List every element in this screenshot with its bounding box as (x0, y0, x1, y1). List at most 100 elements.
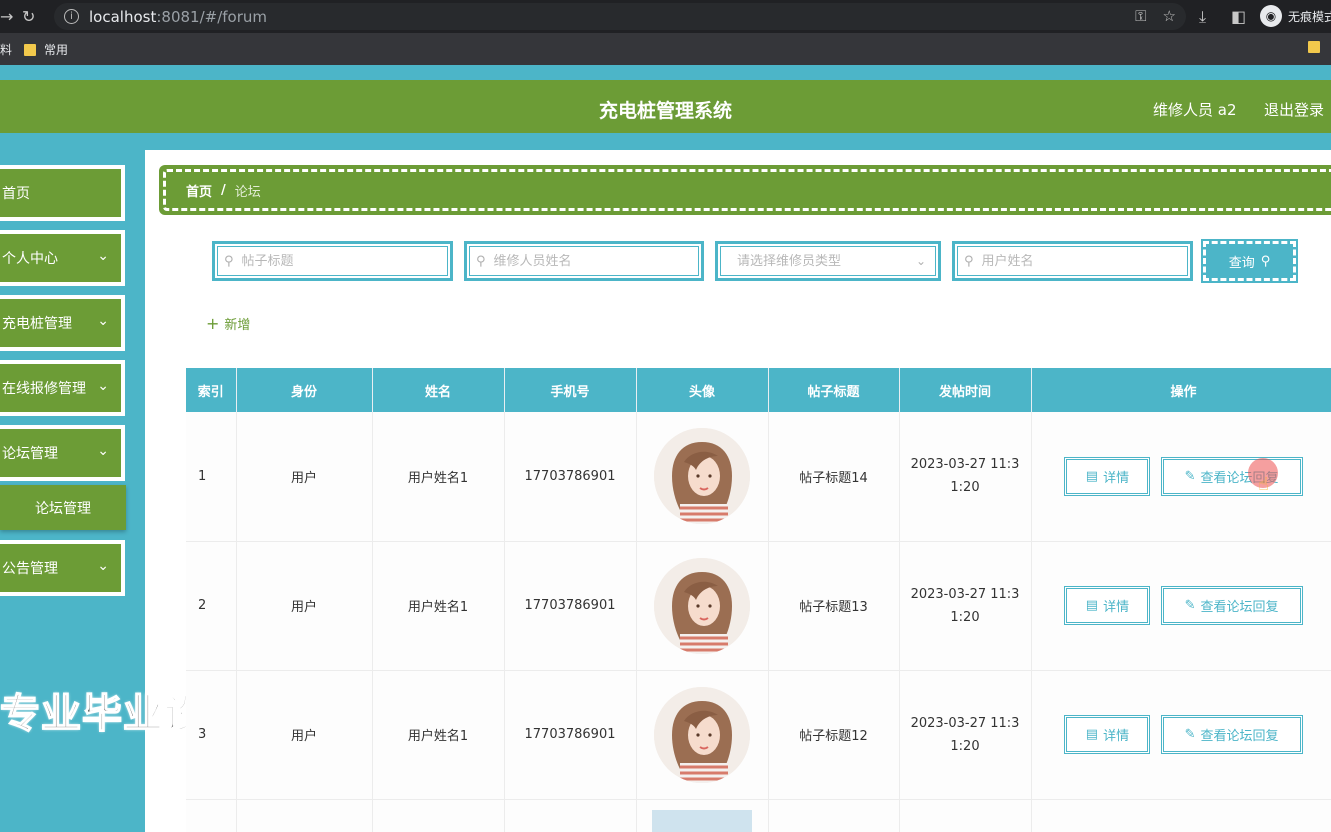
cell-index: 1 (186, 412, 237, 542)
cell-name (372, 799, 505, 832)
edit-icon: ✎ (1184, 727, 1196, 742)
chevron-down-icon: ⌄ (97, 248, 109, 264)
edit-icon: ✎ (1184, 598, 1196, 613)
table-row: 2 用户 用户姓名1 17703786901 帖子标题13 2023-03-27… (186, 541, 1331, 671)
column-header: 头像 (636, 368, 769, 412)
url-path: :8081/#/forum (156, 7, 267, 26)
view-replies-button[interactable]: ✎ 查看论坛回复 (1160, 715, 1303, 754)
avatar[interactable] (652, 809, 752, 832)
cell-index: 3 (186, 670, 237, 800)
cell-name: 用户姓名1 (372, 670, 505, 800)
post-title-input[interactable] (241, 253, 422, 269)
cell-title (768, 799, 900, 832)
forum-table: 索引 身份 姓名 手机号 头像 帖子标题 发帖时间 操作 1 用户 用户姓名1 … (186, 368, 1331, 832)
avatar[interactable] (654, 557, 750, 654)
chevron-down-icon: ⌄ (97, 558, 109, 574)
cell-title: 帖子标题12 (768, 670, 900, 800)
query-button[interactable]: 查询 ⚲ (1201, 239, 1298, 283)
sidebar-item-label: 在线报修管理 (2, 381, 86, 397)
bookmarks-bar: 料 常用 (0, 33, 1331, 65)
sidebar-item-charger[interactable]: 充电桩管理 ⌄ (0, 295, 125, 351)
hand-cursor-icon: ☝ (1258, 474, 1269, 495)
document-icon: ▤ (1085, 598, 1099, 613)
bookmark-item-left[interactable]: 料 (0, 41, 12, 58)
document-icon: ▤ (1085, 468, 1099, 484)
detail-label: 详情 (1103, 729, 1130, 744)
cell-phone: 17703786901 (504, 670, 637, 800)
user-name-input[interactable] (981, 253, 1162, 269)
cell-index (186, 799, 237, 832)
view-replies-button[interactable]: ✎ 查看论坛回复 (1160, 586, 1303, 625)
folder-icon (24, 43, 36, 56)
column-header: 发帖时间 (899, 368, 1032, 412)
search-icon: ⚲ (1260, 253, 1271, 269)
bookmark-folder-common[interactable]: 常用 (24, 41, 68, 58)
cell-title: 帖子标题13 (768, 541, 900, 671)
avatar[interactable] (654, 428, 750, 525)
bookmark-folder-other[interactable] (1308, 41, 1320, 53)
detail-button[interactable]: ▤ 详情 (1064, 456, 1151, 496)
add-button[interactable]: + 新增 (206, 314, 250, 333)
breadcrumb: 首页 / 论坛 (159, 165, 1331, 215)
cell-role (236, 799, 373, 832)
bookmark-star-icon[interactable]: ☆ (1163, 7, 1176, 25)
site-info-icon[interactable]: i (64, 9, 79, 24)
breadcrumb-separator: / (221, 182, 226, 198)
sidebar-item-label: 首页 (2, 186, 30, 202)
breadcrumb-home[interactable]: 首页 (186, 181, 212, 200)
cell-time: 2023-03-27 11:3 1:20 (899, 412, 1032, 542)
sidebar-item-home[interactable]: 首页 (0, 165, 125, 221)
detail-button[interactable]: ▤ 详情 (1064, 715, 1151, 754)
chevron-down-icon: ⌄ (915, 254, 926, 268)
column-header: 索引 (186, 368, 237, 412)
view-replies-button[interactable]: ✎ 查看论坛回复 (1160, 456, 1303, 496)
repair-type-input[interactable] (737, 253, 917, 269)
logout-button[interactable]: 退出登录 (1264, 99, 1324, 120)
reply-label: 查看论坛回复 (1200, 729, 1279, 744)
cell-index: 2 (186, 541, 237, 671)
sidebar-item-forum[interactable]: 论坛管理 ⌄ (0, 425, 125, 481)
table-row (186, 799, 1331, 832)
time-line1: 2023-03-27 11:3 (910, 715, 1020, 731)
sidebar-subitem-forum-manage[interactable]: 论坛管理 (0, 485, 126, 530)
cell-avatar (636, 412, 769, 542)
avatar[interactable] (654, 686, 750, 783)
column-header: 手机号 (504, 368, 637, 412)
download-icon[interactable]: ⤓ (1199, 7, 1206, 27)
cell-phone: 17703786901 (504, 541, 637, 671)
sidebar-item-repair[interactable]: 在线报修管理 ⌄ (0, 360, 125, 416)
cell-avatar (636, 541, 769, 671)
add-label: 新增 (224, 318, 251, 333)
key-icon[interactable]: ⚿ (1135, 7, 1146, 25)
column-header: 操作 (1031, 368, 1331, 412)
cell-name: 用户姓名1 (372, 412, 505, 542)
address-bar[interactable]: i localhost:8081/#/forum ⚿ ☆ (54, 3, 1186, 30)
detail-label: 详情 (1103, 470, 1130, 486)
cell-actions: ▤ 详情 ✎ 查看论坛回复 (1031, 412, 1331, 542)
cell-title: 帖子标题14 (768, 412, 900, 542)
cell-time: 2023-03-27 11:3 1:20 (899, 670, 1032, 800)
repair-name-input[interactable] (493, 253, 674, 269)
incognito-profile[interactable]: ◉ 无痕模式 (1260, 5, 1331, 27)
query-label: 查询 (1228, 255, 1255, 271)
repair-name-search: ⚲ (464, 241, 704, 281)
repair-type-select[interactable]: ⌄ (715, 241, 941, 281)
column-header: 帖子标题 (768, 368, 900, 412)
detail-button[interactable]: ▤ 详情 (1064, 586, 1151, 625)
search-icon: ⚲ (224, 253, 234, 269)
reload-icon[interactable]: ↻ (22, 7, 35, 26)
cell-avatar (636, 670, 769, 800)
post-title-search: ⚲ (212, 241, 453, 281)
url-host: localhost (89, 7, 157, 26)
chevron-down-icon: ⌄ (97, 378, 109, 394)
sidebar-item-label: 充电桩管理 (2, 316, 72, 332)
bookmark-left-label: 料 (0, 43, 13, 57)
forward-icon[interactable]: → (0, 7, 13, 26)
sidebar-item-profile[interactable]: 个人中心 ⌄ (0, 230, 125, 286)
chevron-down-icon: ⌄ (97, 443, 109, 459)
sidepanel-icon[interactable]: ◧ (1231, 7, 1246, 26)
sidebar-item-notice[interactable]: 公告管理 ⌄ (0, 540, 125, 596)
user-name-search: ⚲ (952, 241, 1193, 281)
sidebar-item-label: 公告管理 (2, 561, 58, 577)
reply-label: 查看论坛回复 (1200, 600, 1279, 615)
